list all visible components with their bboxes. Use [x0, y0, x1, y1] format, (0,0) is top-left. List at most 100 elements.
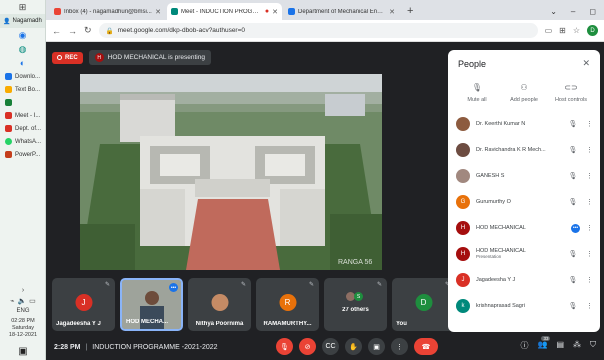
mic-off-icon[interactable]: 🎙 [566, 172, 580, 180]
activities-icon[interactable]: ⁂ [573, 340, 581, 351]
profile-avatar[interactable]: D [587, 25, 598, 36]
person-avatar [456, 169, 470, 183]
taskbar-app-meet[interactable]: Meet - I... [0, 109, 45, 122]
meeting-title: INDUCTION PROGRAMME -2021-2022 [92, 343, 218, 351]
recording-badge[interactable]: REC [52, 51, 83, 64]
leave-call-button[interactable]: ☎ [414, 338, 438, 355]
tab-meet[interactable]: Meet - INDUCTION PROGRA... ● ✕ [167, 3, 282, 20]
present-button[interactable]: ▣ [368, 338, 385, 355]
mic-off-icon[interactable]: 🎙 [566, 250, 580, 258]
more-vert-icon: ⋮ [396, 343, 403, 351]
battery-icon[interactable]: ▭ [29, 297, 36, 305]
download-icon [5, 73, 12, 80]
maximize-icon[interactable]: ◻ [589, 7, 596, 16]
list-item[interactable]: H HOD MECHANICAL Presentation 🎙 ⋮ [448, 241, 600, 267]
new-tab-button[interactable]: + [401, 5, 419, 20]
mic-off-icon[interactable]: 🎙 [566, 302, 580, 310]
watermark-text: RANGA 56 [338, 259, 372, 266]
pin-icon[interactable]: ✎ [377, 281, 382, 288]
add-people-button[interactable]: ⚇ Add people [501, 83, 547, 103]
mic-off-icon[interactable]: 🎙 [566, 120, 580, 128]
mic-off-icon[interactable]: 🎙 [566, 198, 580, 206]
chat-icon[interactable]: ▤ [556, 340, 564, 351]
participant-tile[interactable]: ✎ J Jagadeesha Y J [52, 278, 115, 331]
close-icon[interactable]: ✕ [582, 58, 590, 69]
more-vert-icon[interactable]: ⋮ [586, 224, 593, 232]
chevron-right-icon[interactable]: › [22, 287, 24, 294]
more-vert-icon[interactable]: ⋮ [586, 302, 593, 310]
more-vert-icon[interactable]: ⋮ [586, 250, 593, 258]
list-item[interactable]: k krishnaprasad Sagri 🎙 ⋮ [448, 293, 600, 319]
mic-off-button[interactable]: 🎙 [276, 338, 293, 355]
presentation-stage[interactable]: RANGA 56 [80, 74, 382, 270]
pin-icon[interactable]: ✎ [241, 281, 246, 288]
self-tile[interactable]: ✎ D You [392, 278, 455, 331]
taskbar-app-textbox[interactable]: Text Bo... [0, 83, 45, 96]
chrome-icon[interactable]: ◉ [0, 28, 45, 42]
edge-icon[interactable]: ◍ [0, 42, 45, 56]
more-vert-icon[interactable]: ⋮ [586, 146, 593, 154]
taskbar-app-dept[interactable]: Dept. of... [0, 122, 45, 135]
tab-search-icon[interactable]: ⌄ [550, 7, 557, 16]
app-icon[interactable]: ◐ [0, 56, 45, 70]
more-vert-icon[interactable]: ⋮ [586, 198, 593, 206]
more-vert-icon[interactable]: ⋮ [586, 120, 593, 128]
windows-taskbar: ⊞ 👤 Nagamadh ◉ ◍ ◐ Downlo... Text Bo... … [0, 0, 46, 360]
pin-icon[interactable]: ✎ [309, 281, 314, 288]
participant-tile[interactable]: ✎ R RAMAMURTHY... [256, 278, 319, 331]
captions-button[interactable]: CC [322, 338, 339, 355]
volume-icon[interactable]: 🔈 [17, 297, 26, 305]
mute-all-button[interactable]: 🎙 Mute all [454, 83, 500, 103]
participant-tile[interactable]: ✎ Nithya Poornima [188, 278, 251, 331]
taskbar-app-blank[interactable] [0, 96, 45, 109]
taskbar-app-whatsapp[interactable]: WhatsA... [0, 135, 45, 148]
user-icon: 👤 [3, 18, 11, 25]
list-item[interactable]: H HOD MECHANICAL ••• ⋮ [448, 215, 600, 241]
person-avatar: J [456, 273, 470, 287]
windows-start-icon[interactable]: ⊞ [0, 0, 45, 14]
taskbar-app-powerpoint[interactable]: PowerP... [0, 148, 45, 161]
info-icon[interactable]: ⓘ [520, 340, 528, 351]
list-item[interactable]: GANESH S 🎙 ⋮ [448, 163, 600, 189]
tab-inbox[interactable]: Inbox (4) - nagamadhuri@bmsi... ✕ [50, 3, 165, 20]
participant-photo [211, 294, 228, 311]
camera-icon[interactable]: ▭ [545, 26, 553, 35]
mic-off-icon[interactable]: 🎙 [566, 276, 580, 284]
close-icon[interactable]: ✕ [389, 8, 395, 16]
list-item[interactable]: Dr. Ravichandra K R Mech... 🎙 ⋮ [448, 137, 600, 163]
language-indicator[interactable]: ENG [0, 308, 46, 314]
list-item[interactable]: Dr. Keerthi Kumar N 🎙 ⋮ [448, 111, 600, 137]
network-icon[interactable]: ⌁ [10, 297, 14, 305]
star-icon[interactable]: ☆ [573, 26, 580, 35]
forward-icon[interactable]: → [68, 26, 77, 36]
taskbar-clock[interactable]: 02:28 PM Saturday 18-12-2021 [0, 318, 46, 339]
raise-hand-button[interactable]: ✋ [345, 338, 362, 355]
notification-icon[interactable]: ▣ [0, 342, 46, 360]
close-icon[interactable]: ✕ [272, 8, 278, 16]
gmail-icon [54, 8, 61, 15]
close-icon[interactable]: ✕ [155, 8, 161, 16]
more-options-button[interactable]: ⋮ [391, 338, 408, 355]
back-icon[interactable]: ← [52, 26, 61, 36]
list-item[interactable]: J Jagadeesha Y J 🎙 ⋮ [448, 267, 600, 293]
others-tile[interactable]: ✎ S 27 others [324, 278, 387, 331]
taskbar-app-downloads[interactable]: Downlo... [0, 70, 45, 83]
address-bar[interactable]: 🔒 meet.google.com/dkp-dbob-acv?authuser=… [98, 23, 538, 38]
minimize-icon[interactable]: – [571, 7, 575, 16]
host-controls-button[interactable]: ⊂⊃ Host controls [548, 83, 594, 103]
extensions-icon[interactable]: ⊞ [559, 26, 566, 35]
taskbar-user-label: Nagamadh [12, 18, 42, 24]
list-item[interactable]: G Gurumurthy O 🎙 ⋮ [448, 189, 600, 215]
people-button[interactable]: 👥 33 [537, 336, 551, 351]
more-vert-icon[interactable]: ⋮ [586, 172, 593, 180]
reload-icon[interactable]: ↻ [84, 25, 92, 36]
camera-off-button[interactable]: ⊘ [299, 338, 316, 355]
more-vert-icon[interactable]: ⋮ [586, 276, 593, 284]
taskbar-app-label: Dept. of... [15, 125, 42, 132]
tab-department[interactable]: Department of Mechanical Engi... ✕ [284, 3, 399, 20]
participant-tile-presenter[interactable]: ••• HOD MECHA... [120, 278, 183, 331]
taskbar-user[interactable]: 👤 Nagamadh [0, 14, 45, 28]
host-controls-icon[interactable]: ⛉ [590, 340, 596, 351]
mic-off-icon[interactable]: 🎙 [566, 146, 580, 154]
pin-icon[interactable]: ✎ [105, 281, 110, 288]
